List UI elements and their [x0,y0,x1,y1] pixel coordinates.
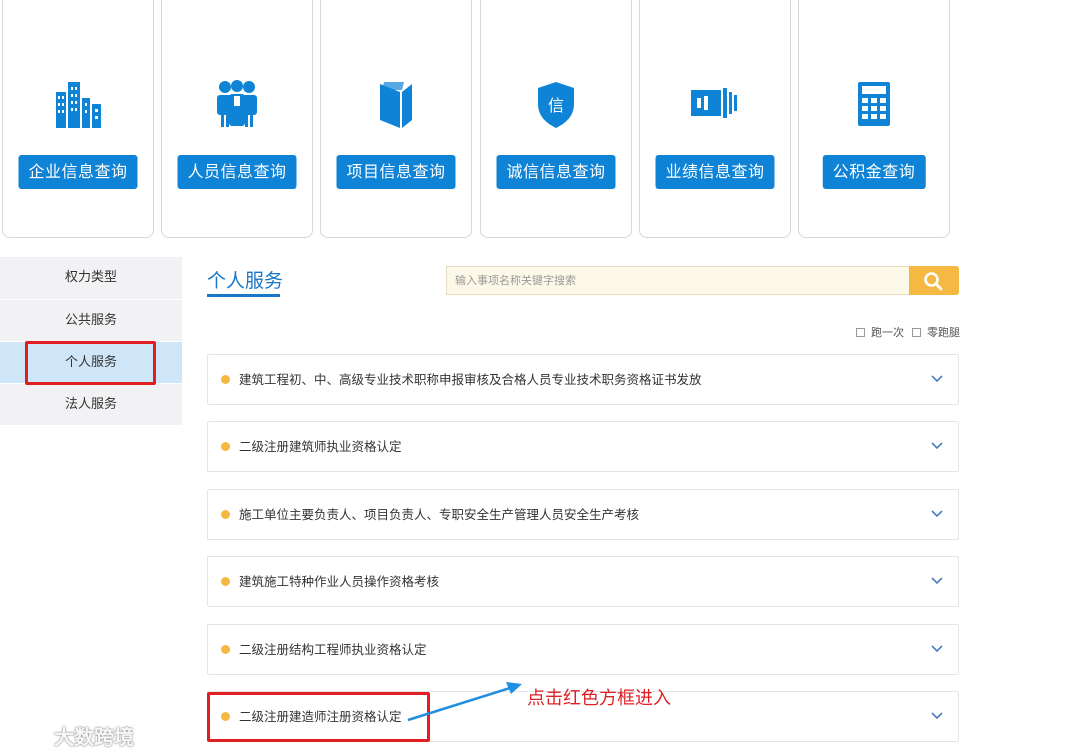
watermark-text: 大数跨境 [54,725,134,749]
calculator-icon [848,78,900,130]
search-button[interactable] [909,266,959,295]
chevron-down-icon[interactable] [930,373,944,385]
annotation-text: 点击红色方框进入 [527,688,671,709]
page-title: 个人服务 [207,270,284,292]
buildings-icon [52,78,104,130]
shield-icon: 信 [530,78,582,130]
list-item[interactable]: 二级注册结构工程师执业资格认定 [207,624,959,675]
people-icon [211,78,263,130]
credit-info-button[interactable]: 诚信信息查询 [496,155,616,189]
bullet-dot [221,510,230,519]
list-item-label: 建筑施工特种作业人员操作资格考核 [239,574,440,589]
list-item-label: 二级注册建造师注册资格认定 [239,709,402,724]
card-credit-info[interactable]: 信 诚信信息查询 [480,0,632,238]
watermark: 大数跨境 [10,721,134,750]
card-performance-info[interactable]: 业绩信息查询 [639,0,791,238]
bullet-dot [221,712,230,721]
list-item-label: 建筑工程初、中、高级专业技术职称申报审核及合格人员专业技术职务资格证书发放 [239,372,702,387]
personnel-info-button[interactable]: 人员信息查询 [177,155,297,189]
bullet-dot [221,577,230,586]
book-icon [370,78,422,130]
housing-fund-button[interactable]: 公积金查询 [822,155,926,189]
bullet-dot [221,645,230,654]
search-icon [924,272,943,291]
card-personnel-info[interactable]: 人员信息查询 [161,0,313,238]
card-housing-fund[interactable]: 公积金查询 [798,0,950,238]
sidebar: 权力类型 公共服务 个人服务 法人服务 [0,257,182,425]
list-item-label: 二级注册建筑师执业资格认定 [239,439,402,454]
sidebar-item-personal-service[interactable]: 个人服务 [0,341,182,383]
list-item[interactable]: 二级注册建筑师执业资格认定 [207,421,959,472]
filters: 跑一次 零跑腿 [856,324,968,340]
chevron-down-icon[interactable] [930,440,944,452]
sidebar-item-power-type[interactable]: 权力类型 [0,257,182,299]
bullet-dot [221,375,230,384]
bullet-dot [221,442,230,451]
annotation-arrow [407,682,522,722]
chevron-down-icon[interactable] [930,643,944,655]
sidebar-item-legal-person-service[interactable]: 法人服务 [0,383,182,425]
list-item-label: 二级注册结构工程师执业资格认定 [239,642,427,657]
project-info-button[interactable]: 项目信息查询 [336,155,456,189]
search-input[interactable] [446,266,911,295]
list-item[interactable]: 建筑工程初、中、高级专业技术职称申报审核及合格人员专业技术职务资格证书发放 [207,354,959,405]
watermark-logo-icon [12,727,50,744]
card-company-info[interactable]: 企业信息查询 [2,0,154,238]
filter-label-once: 跑一次 [871,326,904,339]
sidebar-item-public-service[interactable]: 公共服务 [0,299,182,341]
filter-label-zero: 零跑腿 [927,326,960,339]
filter-checkbox-once[interactable] [856,327,865,337]
title-underline [207,294,280,297]
list-item-label: 施工单位主要负责人、项目负责人、专职安全生产管理人员安全生产考核 [239,507,640,522]
filter-checkbox-zero[interactable] [912,327,921,337]
chevron-down-icon[interactable] [930,575,944,587]
list-item[interactable]: 建筑施工特种作业人员操作资格考核 [207,556,959,607]
company-info-button[interactable]: 企业信息查询 [18,155,138,189]
flag-icon [689,78,741,130]
list-item[interactable]: 施工单位主要负责人、项目负责人、专职安全生产管理人员安全生产考核 [207,489,959,540]
performance-info-button[interactable]: 业绩信息查询 [655,155,775,189]
chevron-down-icon[interactable] [930,710,944,722]
card-project-info[interactable]: 项目信息查询 [320,0,472,238]
shield-icon-char: 信 [548,96,564,115]
chevron-down-icon[interactable] [930,508,944,520]
